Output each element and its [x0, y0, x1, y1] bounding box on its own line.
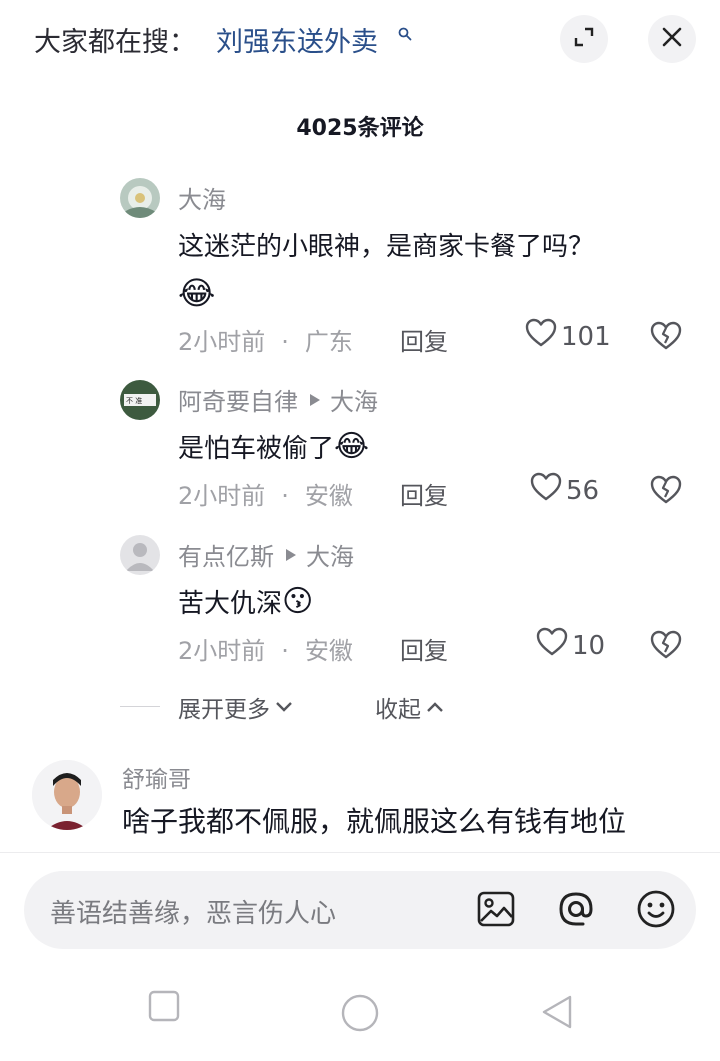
chevron-down-icon	[274, 694, 294, 720]
emoji-pout: 😗	[282, 584, 314, 619]
hot-search-term[interactable]: 刘强东送外卖	[216, 20, 378, 59]
comment-count-title: 4025条评论	[296, 116, 424, 141]
reply-author[interactable]: 阿奇要自律	[178, 382, 298, 417]
reply-button[interactable]: 回复	[400, 322, 448, 357]
nav-home-button[interactable]	[341, 994, 379, 1036]
expand-button[interactable]	[560, 15, 608, 63]
thread-controls: 展开更多 收起	[120, 690, 520, 724]
collapse-label: 收起	[375, 697, 421, 723]
emoji-icon[interactable]	[634, 887, 678, 931]
reply-time: 2小时前	[178, 328, 266, 356]
reply-text: 是怕车被偷了 😂	[178, 428, 369, 465]
reply-meta: 2小时前 · 广东	[178, 322, 353, 357]
emoji-laugh-cry: 😂	[334, 429, 370, 464]
collapse-button[interactable]: 收起	[375, 690, 445, 724]
chevron-up-icon	[425, 694, 445, 720]
svg-text:不 准: 不 准	[126, 396, 142, 405]
avatar[interactable]	[120, 178, 160, 218]
meta-separator: ·	[281, 328, 289, 356]
reply-to-author[interactable]: 大海	[306, 537, 354, 572]
reply-item: 不 准 阿奇要自律 大海 是怕车被偷了 😂 2小时前 · 安徽 回复 56	[120, 380, 700, 510]
reply-author-row: 有点亿斯 大海	[178, 537, 354, 572]
comment-text: 啥子我都不佩服，就佩服这么有钱有地位	[122, 805, 627, 838]
avatar[interactable]	[120, 535, 160, 575]
reply-time: 2小时前	[178, 637, 266, 665]
broken-heart-icon	[650, 475, 682, 509]
reply-location: 安徽	[304, 637, 353, 665]
heart-icon	[530, 472, 566, 509]
reply-item: 有点亿斯 大海 苦大仇深 😗 2小时前 · 安徽 回复 10	[120, 535, 700, 665]
reply-text: 这迷茫的小眼神，是商家卡餐了吗？	[178, 226, 594, 263]
broken-heart-icon	[650, 321, 682, 355]
reply-author-row: 阿奇要自律 大海	[178, 382, 378, 417]
broken-heart-icon	[650, 630, 682, 664]
expand-more-label: 展开更多	[178, 697, 270, 723]
image-icon[interactable]	[474, 887, 518, 931]
reply-text-content: 这迷茫的小眼神，是商家卡餐了吗？	[178, 232, 595, 262]
emoji-laugh-cry: 😂	[178, 274, 216, 312]
comment-input-placeholder: 善语结善缘，恶言伤人心	[50, 899, 337, 929]
nav-recents-button[interactable]	[148, 990, 180, 1026]
reply-button[interactable]: 回复	[400, 476, 448, 511]
meta-separator: ·	[281, 637, 289, 665]
reply-item: 大海 这迷茫的小眼神，是商家卡餐了吗？ 😂 2小时前 · 广东 回复 101	[120, 178, 700, 358]
circle-icon	[341, 994, 379, 1036]
triangle-back-icon	[540, 995, 574, 1034]
reply-meta: 2小时前 · 安徽	[178, 631, 353, 666]
search-icon[interactable]	[398, 26, 412, 41]
meta-separator: ·	[281, 482, 289, 510]
hot-search-prefix: 大家都在搜：	[34, 27, 196, 58]
reply-author[interactable]: 有点亿斯	[178, 537, 274, 572]
dislike-button[interactable]	[650, 630, 682, 664]
at-icon[interactable]	[554, 887, 598, 931]
reply-arrow-icon	[310, 393, 320, 406]
heart-icon	[536, 627, 572, 664]
comment-author[interactable]: 舒瑜哥	[122, 760, 191, 794]
like-button[interactable]: 56	[530, 472, 599, 509]
close-button[interactable]	[648, 15, 696, 63]
reply-button[interactable]: 回复	[400, 631, 448, 666]
avatar[interactable]	[32, 760, 102, 830]
avatar[interactable]: 不 准	[120, 380, 160, 420]
top-bar: 大家都在搜： 刘强东送外卖	[0, 0, 720, 80]
expand-icon	[572, 25, 596, 53]
like-count: 101	[561, 321, 611, 352]
nav-back-button[interactable]	[540, 994, 574, 1034]
reply-time: 2小时前	[178, 482, 266, 510]
reply-meta: 2小时前 · 安徽	[178, 476, 353, 511]
reply-author-row: 大海	[178, 180, 226, 215]
reply-text-content: 是怕车被偷了	[178, 434, 335, 464]
expand-more-button[interactable]: 展开更多	[178, 690, 294, 724]
reply-arrow-icon	[286, 548, 296, 561]
dislike-button[interactable]	[650, 475, 682, 509]
reply-text: 苦大仇深 😗	[178, 583, 313, 620]
close-icon	[661, 26, 683, 52]
like-button[interactable]: 10	[536, 627, 605, 664]
reply-author[interactable]: 大海	[178, 180, 226, 215]
divider	[120, 706, 160, 707]
like-count: 10	[572, 630, 606, 661]
square-icon	[148, 990, 180, 1026]
heart-icon	[525, 318, 561, 355]
reply-text-content: 苦大仇深	[178, 589, 283, 619]
like-count: 56	[566, 475, 600, 506]
reply-location: 安徽	[304, 482, 353, 510]
reply-location: 广东	[304, 328, 353, 356]
comment-input[interactable]: 善语结善缘，恶言伤人心	[24, 871, 696, 949]
reply-to-author[interactable]: 大海	[330, 382, 378, 417]
dislike-button[interactable]	[650, 321, 682, 355]
like-button[interactable]: 101	[525, 318, 611, 355]
